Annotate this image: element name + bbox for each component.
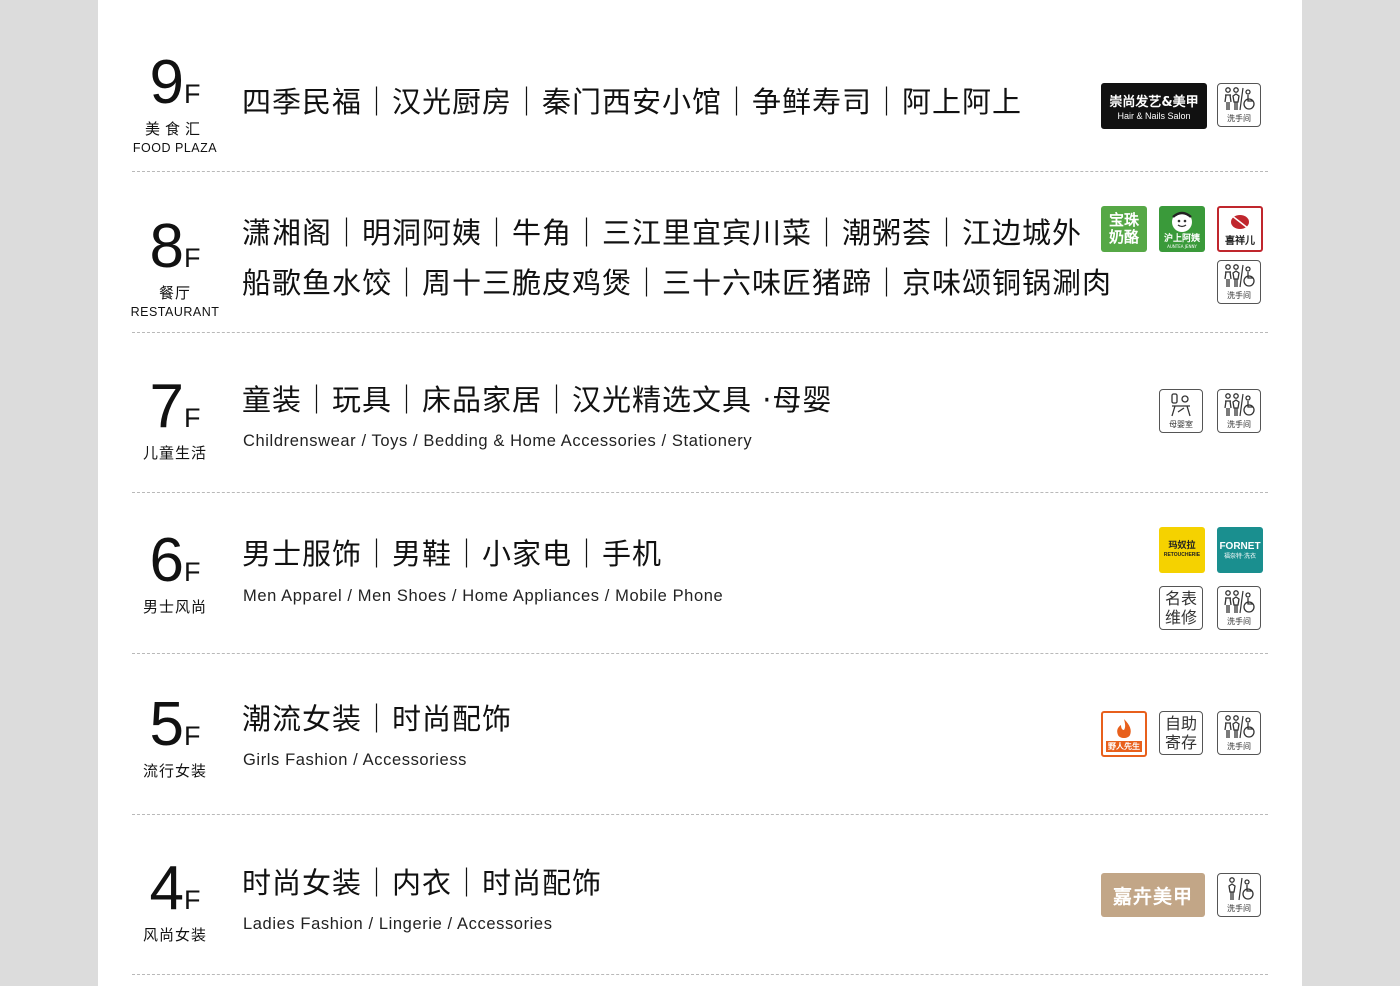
floor-name-cn: 风尚女装 <box>142 926 207 944</box>
divider <box>132 814 1268 815</box>
lantern-icon <box>1230 213 1250 230</box>
floor-number: 7 <box>149 372 185 441</box>
brand-xixianger: 喜祥儿 <box>1217 206 1263 252</box>
floor-number: 5 <box>149 690 185 759</box>
brand-jiahui-nails: 嘉卉美甲 <box>1101 873 1205 917</box>
divider <box>132 332 1268 333</box>
divider <box>132 653 1268 654</box>
floor-4-categories: 时尚女装｜内衣｜时尚配饰 <box>242 866 603 900</box>
brand-sub: Hair & Nails Salon <box>1117 111 1191 121</box>
floor-number: 4 <box>149 854 185 923</box>
brand-sub: RETOUCHERIE <box>1163 552 1201 558</box>
restroom-label: 洗手间 <box>1227 420 1251 429</box>
brand-name: FORNET <box>1219 540 1261 552</box>
restroom-label: 洗手间 <box>1227 904 1251 913</box>
directory-panel: 9F 美食汇 FOOD PLAZA 四季民福｜汉光厨房｜秦门西安小馆｜争鲜寿司｜… <box>98 0 1302 986</box>
brand-name: 玛奴拉 <box>1168 541 1196 551</box>
brand-name: 沪上阿姨 <box>1163 233 1200 244</box>
floor-name-cn: 流行女装 <box>142 762 207 780</box>
mascot-icon <box>1172 211 1192 232</box>
floor-5-categories: 潮流女装｜时尚配饰 <box>242 702 513 736</box>
brand-fornet: FORNET 福奈特·洗衣 <box>1217 527 1263 573</box>
floor-9-id: 9F 美食汇 FOOD PLAZA <box>118 48 232 156</box>
nursery-label: 母婴室 <box>1169 420 1193 429</box>
restroom-label: 洗手间 <box>1227 114 1251 123</box>
floor-6-categories: 男士服饰｜男鞋｜小家电｜手机 <box>242 537 663 571</box>
restroom-label: 洗手间 <box>1227 291 1251 300</box>
brand-name: 野人先生 <box>1106 740 1142 752</box>
floor-6-categories-en: Men Apparel / Men Shoes / Home Appliance… <box>243 587 724 605</box>
floor-name-cn: 美食汇 <box>144 120 205 138</box>
floor-f: F <box>183 79 201 109</box>
floor-7-categories-en: Childrenswear / Toys / Bedding & Home Ac… <box>243 432 753 450</box>
divider <box>132 492 1268 493</box>
floor-name-en: FOOD PLAZA <box>132 141 218 155</box>
restroom-icon: 洗手间 <box>1217 873 1261 917</box>
floor-4-id: 4F 风尚女装 <box>118 858 232 945</box>
flame-icon <box>1117 718 1131 738</box>
floor-6-id: 6F 男士风尚 <box>118 530 232 617</box>
brand-baozhu-cheese: 宝珠奶酪 <box>1101 206 1147 252</box>
brand-name: 宝珠奶酪 <box>1108 211 1139 246</box>
floor-number: 8 <box>149 212 185 281</box>
floor-8-id: 8F 餐厅 RESTAURANT <box>118 212 232 320</box>
floor-4-categories-en: Ladies Fashion / Lingerie / Accessories <box>243 915 553 933</box>
restroom-icon: 洗手间 <box>1217 83 1261 127</box>
floor-8-categories-line1: 潇湘阁｜明洞阿姨｜牛角｜三江里宜宾川菜｜潮粥荟｜江边城外 <box>242 216 1083 250</box>
restroom-icon: 洗手间 <box>1217 260 1261 304</box>
floor-f: F <box>183 557 201 587</box>
floor-8-categories-line2: 船歌鱼水饺｜周十三脆皮鸡煲｜三十六味匠猪蹄｜京味颂铜锅涮肉 <box>242 266 1113 300</box>
floor-5-categories-en: Girls Fashion / Accessoriess <box>243 751 468 769</box>
floor-name-cn: 儿童生活 <box>142 444 207 462</box>
brand-sub: 福奈特·洗衣 <box>1224 552 1256 560</box>
floor-name-cn: 男士风尚 <box>142 598 207 616</box>
brand-sub: AUNTEA JENNY <box>1167 243 1197 249</box>
floor-f: F <box>183 721 201 751</box>
locker-icon: 自助寄存 <box>1159 711 1203 755</box>
restroom-label: 洗手间 <box>1227 617 1251 626</box>
restroom-icon: 洗手间 <box>1217 389 1261 433</box>
floor-7-categories: 童装｜玩具｜床品家居｜汉光精选文具 ·母婴 <box>242 383 833 417</box>
brand-hair-nails: 崇尚发艺&美甲 Hair & Nails Salon <box>1101 83 1207 129</box>
restroom-label: 洗手间 <box>1227 742 1251 751</box>
floor-9-categories: 四季民福｜汉光厨房｜秦门西安小馆｜争鲜寿司｜阿上阿上 <box>242 85 1023 119</box>
watch-repair-icon: 名表维修 <box>1159 586 1203 630</box>
divider <box>132 974 1268 975</box>
floor-number: 6 <box>149 526 185 595</box>
brand-name: 喜祥儿 <box>1225 235 1255 247</box>
brand-retoucherie: 玛奴拉 RETOUCHERIE <box>1159 527 1205 573</box>
brand-auntea-jenny: 沪上阿姨 AUNTEA JENNY <box>1159 206 1205 252</box>
floor-number: 9 <box>149 48 185 117</box>
restroom-icon: 洗手间 <box>1217 711 1261 755</box>
divider <box>132 171 1268 172</box>
floor-name-cn: 餐厅 <box>158 284 191 302</box>
restroom-icon: 洗手间 <box>1217 586 1261 630</box>
brand-mr-wildman: 野人先生 <box>1101 711 1147 757</box>
nursery-icon: 母婴室 <box>1159 389 1203 433</box>
brand-name: 崇尚发艺&美甲 <box>1109 95 1199 110</box>
floor-f: F <box>183 243 201 273</box>
locker-label: 自助寄存 <box>1164 714 1197 752</box>
floor-name-en: RESTAURANT <box>130 305 220 319</box>
floor-f: F <box>183 885 201 915</box>
floor-7-id: 7F 儿童生活 <box>118 376 232 463</box>
floor-f: F <box>183 403 201 433</box>
watch-repair-label: 名表维修 <box>1164 589 1197 627</box>
floor-5-id: 5F 流行女装 <box>118 694 232 781</box>
